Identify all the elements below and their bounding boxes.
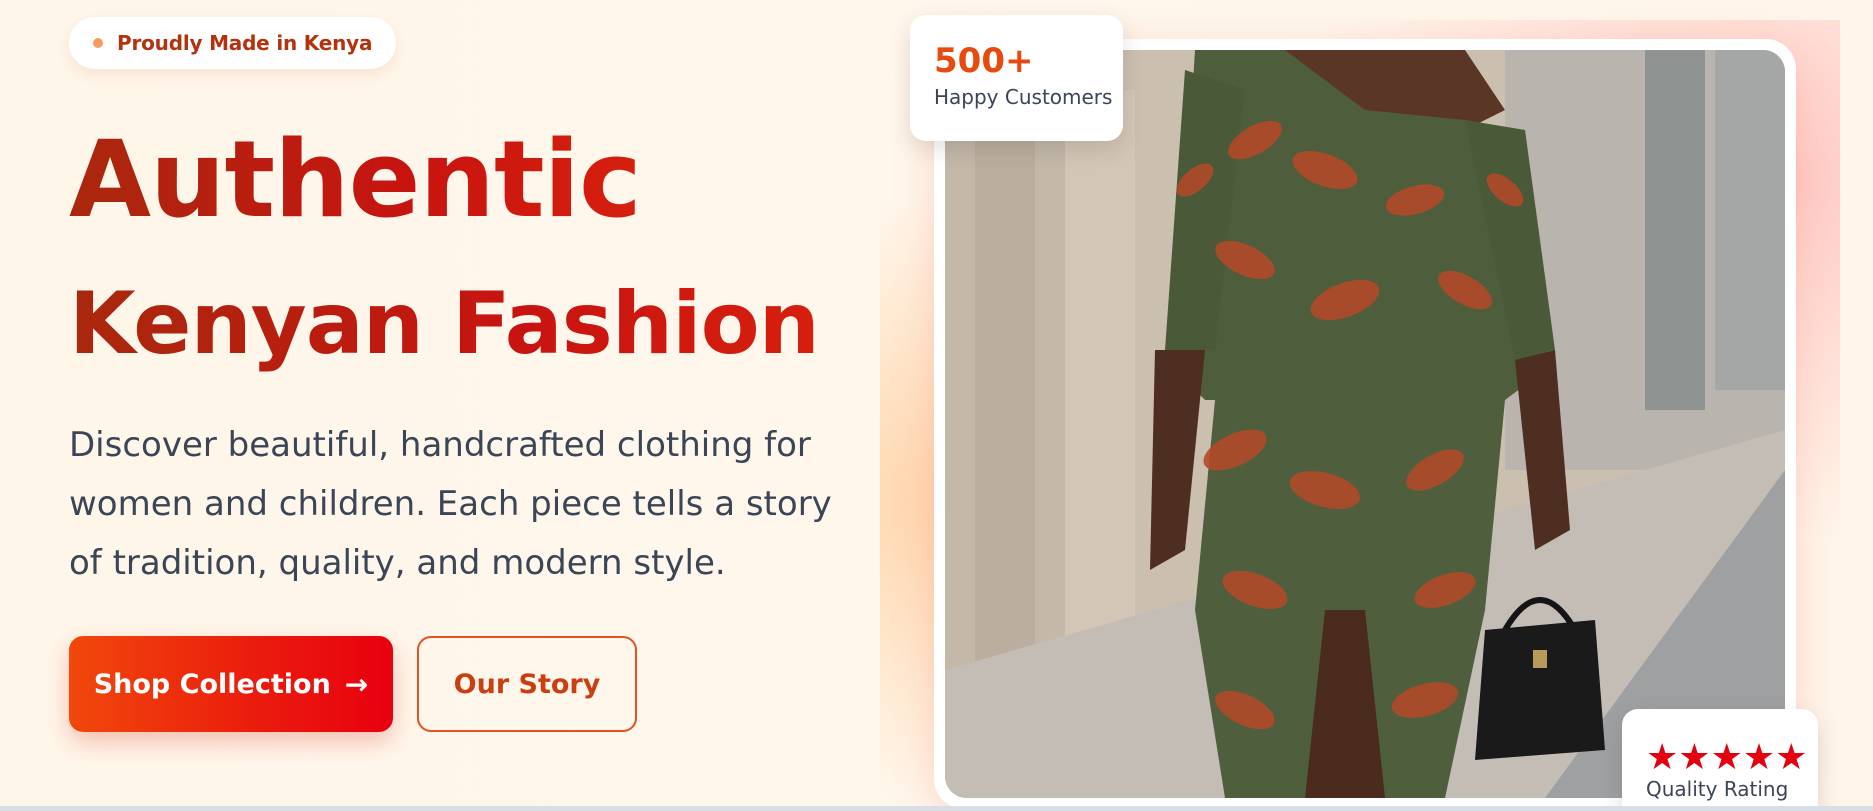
quality-rating-card: ★ ★ ★ ★ ★ Quality Rating xyxy=(1622,709,1818,811)
star-icon: ★ xyxy=(1710,736,1743,777)
headline-line-2: Kenyan Fashion xyxy=(69,274,820,374)
customer-count-label: Happy Customers xyxy=(934,85,1113,109)
headline-line-1: Authentic xyxy=(69,118,642,241)
happy-customers-card: 500+ Happy Customers xyxy=(910,15,1123,141)
dot-icon xyxy=(93,38,103,48)
shop-collection-label: Shop Collection xyxy=(93,668,331,700)
star-icon: ★ xyxy=(1646,736,1679,777)
shop-collection-button[interactable]: Shop Collection → xyxy=(69,636,393,732)
hero-product-photo xyxy=(945,50,1785,798)
customer-count: 500+ xyxy=(934,41,1034,81)
star-icon: ★ xyxy=(1678,736,1711,777)
our-story-button[interactable]: Our Story xyxy=(417,636,637,732)
made-in-kenya-badge: Proudly Made in Kenya xyxy=(69,17,397,69)
hero-description: Discover beautiful, handcrafted clothing… xyxy=(69,425,832,583)
badge-text: Proudly Made in Kenya xyxy=(117,31,373,55)
star-icon: ★ xyxy=(1742,736,1776,777)
section-divider xyxy=(0,806,1873,811)
hero-text-section: Proudly Made in Kenya Authentic Kenyan F… xyxy=(69,0,849,811)
arrow-right-icon: → xyxy=(344,667,369,701)
star-icon: ★ xyxy=(1775,736,1808,777)
star-rating: ★ ★ ★ ★ ★ xyxy=(1646,739,1818,775)
quality-rating-label: Quality Rating xyxy=(1646,777,1789,801)
model-illustration xyxy=(945,50,1785,798)
